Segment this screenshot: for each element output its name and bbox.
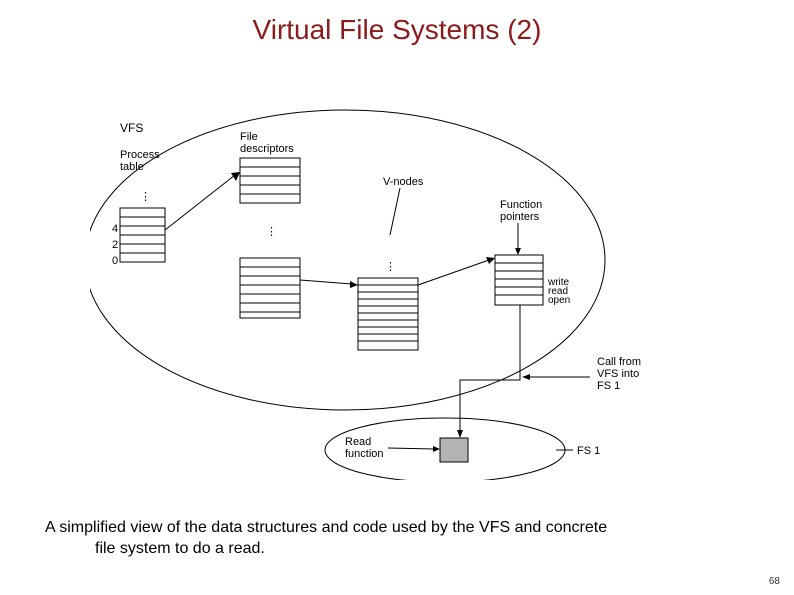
arrow-fd-to-vnode-head bbox=[350, 281, 358, 288]
call-label-1: Call from bbox=[597, 356, 641, 368]
call-label-3: FS 1 bbox=[597, 380, 620, 392]
open-label: open bbox=[548, 295, 570, 306]
fs1-label: FS 1 bbox=[577, 445, 600, 457]
call-label-2: VFS into bbox=[597, 368, 639, 380]
caption: A simplified view of the data structures… bbox=[45, 517, 749, 560]
fp-box bbox=[495, 255, 543, 305]
pt-index-4: 4 bbox=[112, 223, 118, 235]
caption-line-1: A simplified view of the data structures… bbox=[45, 519, 607, 536]
process-table-label-2: table bbox=[120, 161, 144, 173]
vfs-diagram: VFS Process table ⋮ 4 2 0 File descripto… bbox=[90, 80, 690, 480]
read-func-label-2: function bbox=[345, 448, 384, 460]
fp-label-2: pointers bbox=[500, 211, 540, 223]
arrow-pt-to-fd bbox=[165, 175, 235, 230]
fp-label-1: Function bbox=[500, 199, 542, 211]
page-title: Virtual File Systems (2) bbox=[0, 0, 794, 46]
arrow-fd-to-vnode bbox=[300, 280, 352, 284]
pt-index-0: 0 bbox=[112, 255, 118, 267]
pt-index-2: 2 bbox=[112, 239, 118, 251]
vnodes-label: V-nodes bbox=[383, 176, 424, 188]
vfs-label: VFS bbox=[120, 121, 143, 135]
vnodes-box bbox=[358, 278, 418, 350]
page-number: 68 bbox=[769, 576, 780, 587]
fd-label-1: File bbox=[240, 131, 258, 143]
process-table-box: ⋮ bbox=[120, 191, 165, 262]
svg-text:⋮: ⋮ bbox=[140, 191, 151, 203]
caption-line-2: file system to do a read. bbox=[45, 538, 749, 560]
fp-leader-arrowhead bbox=[515, 248, 521, 255]
read-function-box bbox=[440, 438, 468, 462]
fd-dots: ⋮ bbox=[266, 226, 277, 238]
call-arrow-head bbox=[522, 374, 530, 380]
vnodes-dots: ⋮ bbox=[385, 261, 396, 273]
arrow-vnode-to-fp bbox=[418, 260, 489, 285]
read-func-label-1: Read bbox=[345, 436, 371, 448]
process-table-label-1: Process bbox=[120, 149, 160, 161]
fd-label-2: descriptors bbox=[240, 143, 294, 155]
arrow-fp-to-fs1 bbox=[460, 305, 520, 432]
vnodes-leader bbox=[390, 188, 400, 235]
fd-box-bottom bbox=[240, 258, 300, 318]
fd-box-top bbox=[240, 158, 300, 203]
